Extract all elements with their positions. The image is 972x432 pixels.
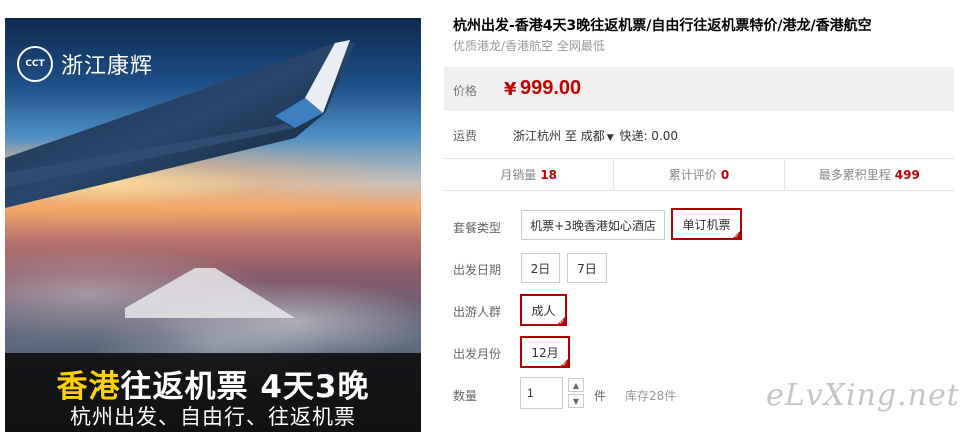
price-label: 价格: [453, 84, 478, 98]
check-icon: ✓: [734, 232, 740, 240]
ship-express: 快递: 0.00: [619, 129, 679, 143]
option-label: 单订机票: [682, 217, 731, 232]
check-icon: ✓: [559, 318, 565, 326]
product-subtitle: 优质港龙/香港航空 全网最低: [453, 39, 605, 53]
quantity-unit: 件: [594, 389, 607, 403]
price-value: 999.00: [520, 77, 582, 99]
chevron-down-icon: ▼: [606, 133, 614, 143]
stat-label: 累计评价: [668, 168, 717, 182]
traveler-type-label: 出游人群: [453, 305, 502, 319]
brand-logo: CCT: [17, 46, 53, 82]
product-image[interactable]: CCT 浙江康辉 香港往返机票 4天3晚 杭州出发、自由行、往返机票: [5, 18, 421, 432]
promo-banner: 香港往返机票 4天3晚 杭州出发、自由行、往返机票: [5, 353, 421, 432]
quantity-label: 数量: [453, 389, 478, 403]
stat-label: 最多累积里程: [818, 168, 891, 182]
stats-bar: 月销量 18 累计评价 0 最多累积里程 499: [444, 158, 954, 191]
stock-count: 库存28件: [625, 389, 677, 403]
ship-destination-dropdown[interactable]: 成都 ▼: [581, 129, 616, 143]
increase-quantity-button[interactable]: ▲: [568, 378, 584, 392]
stat-value: 0: [720, 168, 730, 182]
shipping-label: 运费: [453, 129, 478, 143]
stat-value: 18: [540, 168, 558, 182]
option-date-2[interactable]: 2日: [521, 253, 560, 283]
option-flight-hotel[interactable]: 机票+3晚香港如心酒店: [521, 210, 665, 240]
stat-label: 月销量: [500, 168, 537, 182]
banner-headline: 香港往返机票 4天3晚: [5, 361, 421, 406]
brand-name: 浙江康辉: [61, 54, 154, 79]
ship-from: 浙江杭州: [513, 129, 562, 143]
option-date-7[interactable]: 7日: [567, 253, 607, 283]
brand: CCT 浙江康辉: [17, 46, 153, 82]
stat-value: 499: [894, 168, 920, 182]
banner-highlight: 香港: [56, 369, 121, 405]
banner-subline: 杭州出发、自由行、往返机票: [70, 405, 356, 429]
ship-to-word: 至: [564, 129, 577, 143]
product-title: 杭州出发-香港4天3晚往返机票/自由行往返机票特价/港龙/香港航空: [453, 18, 872, 34]
price-box: 价格 ¥ 999.00: [444, 67, 954, 111]
stat-mileage: 最多累积里程 499: [785, 159, 954, 190]
shipping-info: 浙江杭州 至 成都 ▼ 快递: 0.00: [513, 127, 678, 144]
option-december[interactable]: 12月 ✓: [520, 336, 570, 368]
option-label: 成人: [531, 303, 556, 318]
check-icon: ✓: [562, 360, 568, 368]
currency-symbol: ¥: [504, 79, 517, 100]
banner-main: 往返机票 4天3晚: [120, 369, 370, 405]
stat-reviews[interactable]: 累计评价 0: [614, 159, 785, 190]
option-flight-only[interactable]: 单订机票 ✓: [671, 208, 742, 240]
ship-destination: 成都: [580, 129, 605, 143]
product-info-panel: 杭州出发-香港4天3晚往返机票/自由行往返机票特价/港龙/香港航空 优质港龙/香…: [444, 0, 972, 432]
stat-monthly-sales: 月销量 18: [444, 159, 615, 190]
chevron-down-icon: ▼: [572, 396, 580, 406]
departure-date-label: 出发日期: [453, 263, 502, 277]
chevron-up-icon: ▲: [572, 380, 580, 390]
quantity-input[interactable]: [520, 377, 563, 409]
decrease-quantity-button[interactable]: ▼: [568, 394, 584, 408]
option-label: 12月: [531, 345, 559, 360]
option-adult[interactable]: 成人 ✓: [520, 294, 567, 326]
site-watermark: eLvXing.net: [766, 378, 960, 413]
package-type-label: 套餐类型: [453, 221, 502, 235]
departure-month-label: 出发月份: [453, 347, 502, 361]
